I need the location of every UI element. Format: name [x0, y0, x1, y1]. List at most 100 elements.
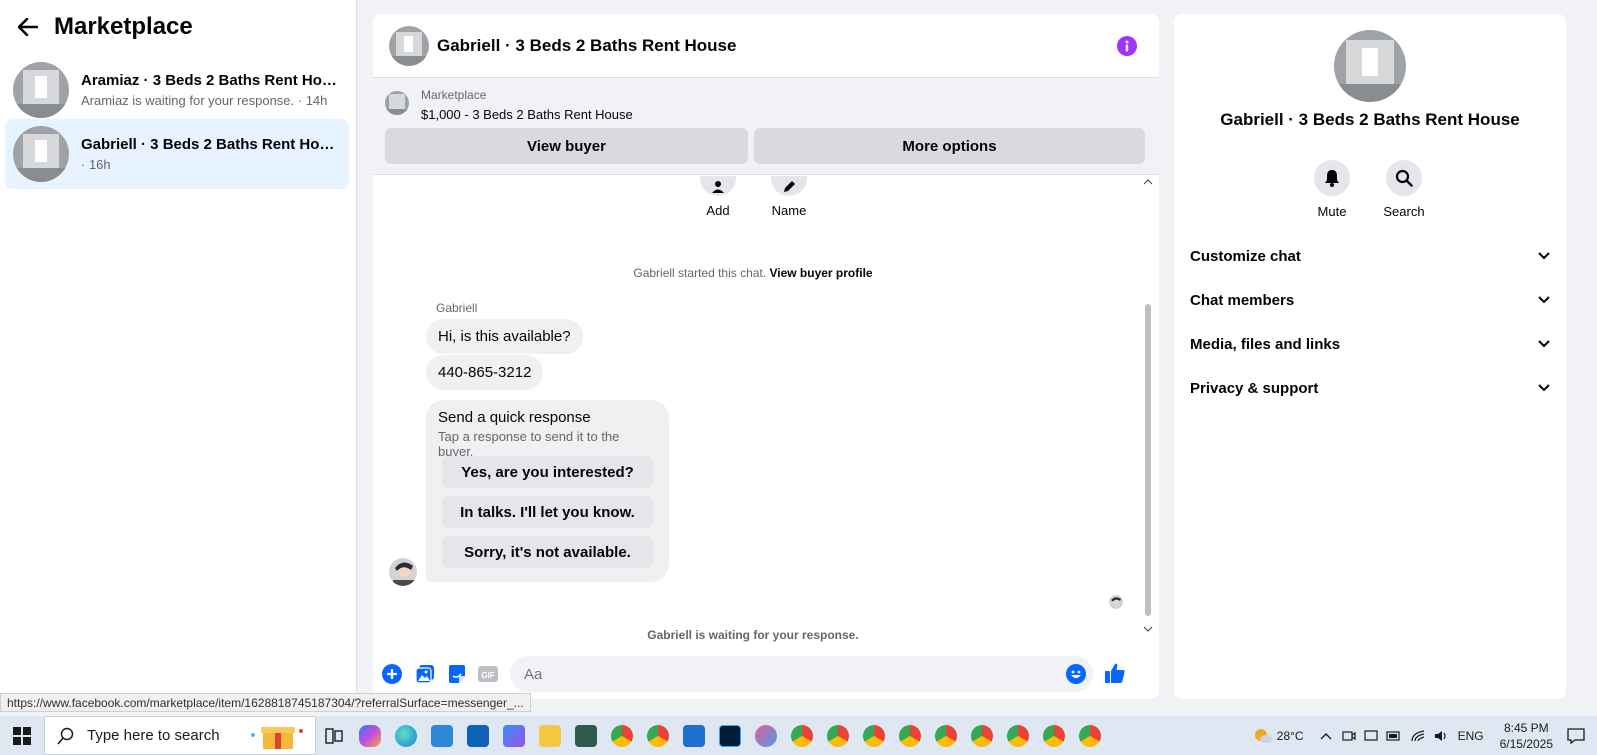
chat-info-panel: Gabriell · 3 Beds 2 Baths Rent House Mut…	[1174, 14, 1566, 699]
taskbar-search-placeholder: Type here to search	[87, 727, 220, 744]
message-composer: GIF	[373, 648, 1159, 699]
scroll-thumb[interactable]	[1145, 304, 1151, 616]
paint-icon[interactable]	[748, 716, 784, 755]
view-buyer-button[interactable]: View buyer	[385, 128, 748, 164]
task-view-icon[interactable]	[316, 716, 352, 755]
view-buyer-profile-link[interactable]: View buyer profile	[769, 266, 872, 280]
add-person-icon	[700, 176, 736, 196]
section-label: Chat members	[1190, 291, 1295, 309]
notepad-icon[interactable]	[676, 716, 712, 755]
store-icon[interactable]	[424, 716, 460, 755]
photo-icon[interactable]	[414, 663, 436, 685]
listing-price[interactable]: $1,000 - 3 Beds 2 Baths Rent House	[421, 107, 633, 122]
chrome-icon[interactable]	[964, 716, 1000, 755]
add-action[interactable]: Add	[693, 176, 743, 218]
windows-taskbar: Type here to search 28°C ENG 8:45 PM 6/1…	[0, 716, 1597, 755]
chrome-icon[interactable]	[856, 716, 892, 755]
media-files-links-section[interactable]: Media, files and links	[1190, 326, 1550, 362]
quick-response-not-available[interactable]: Sorry, it's not available.	[442, 536, 653, 568]
search-button[interactable]: Search	[1372, 160, 1436, 219]
meet-now-icon[interactable]	[1341, 729, 1356, 743]
edge-icon[interactable]	[388, 716, 424, 755]
add-label: Add	[706, 203, 730, 218]
chevron-up-icon[interactable]	[1320, 732, 1332, 740]
message-list: Add Name Gabriell started this chat. Vie…	[373, 176, 1159, 648]
conversation-item-aramiaz[interactable]: Aramiaz · 3 Beds 2 Baths Rent Hou... Ara…	[5, 55, 349, 125]
chat-info-avatar[interactable]	[1334, 30, 1406, 102]
clock-date: 6/15/2025	[1499, 736, 1553, 751]
section-label: Privacy & support	[1190, 379, 1319, 397]
listing-thumbnail[interactable]	[385, 91, 409, 115]
conversation-subtitle: Aramiaz is waiting for your response. · …	[81, 93, 328, 108]
chrome-icon[interactable]	[928, 716, 964, 755]
battery-icon[interactable]	[1385, 730, 1402, 741]
back-arrow-icon[interactable]	[16, 15, 40, 39]
chat-members-section[interactable]: Chat members	[1190, 282, 1550, 318]
mute-label: Mute	[1317, 204, 1347, 219]
conversation-item-gabriell[interactable]: Gabriell · 3 Beds 2 Baths Rent House · 1…	[5, 119, 349, 189]
listing-bar: Marketplace $1,000 - 3 Beds 2 Baths Rent…	[373, 78, 1159, 175]
thumbs-up-icon[interactable]	[1104, 662, 1126, 684]
chat-started-notice: Gabriell started this chat. View buyer p…	[373, 266, 1133, 280]
info-icon[interactable]	[1117, 36, 1137, 56]
more-options-button[interactable]: More options	[754, 128, 1145, 164]
language-indicator[interactable]: ENG	[1458, 729, 1484, 743]
chrome-icon[interactable]	[820, 716, 856, 755]
plus-icon[interactable]	[381, 663, 403, 685]
message-scrollbar[interactable]	[1143, 176, 1153, 636]
display-icon[interactable]	[1363, 729, 1378, 743]
message-input[interactable]	[510, 656, 1093, 692]
page-scrollbar[interactable]	[1580, 0, 1597, 716]
chrome-icon[interactable]	[784, 716, 820, 755]
quick-response-subtitle: Tap a response to send it to the buyer.	[438, 429, 620, 459]
conversation-sidebar: Marketplace Aramiaz · 3 Beds 2 Baths Ren…	[0, 0, 357, 700]
scroll-down-icon[interactable]	[1143, 626, 1153, 633]
taskbar-clock[interactable]: 8:45 PM 6/15/2025	[1500, 720, 1553, 752]
outlook-icon[interactable]	[460, 716, 496, 755]
name-action[interactable]: Name	[764, 176, 814, 218]
notification-icon[interactable]	[1567, 727, 1585, 744]
windows-start-icon[interactable]	[0, 716, 44, 755]
pencil-icon	[771, 176, 807, 196]
scroll-up-icon[interactable]	[1143, 178, 1153, 185]
privacy-support-section[interactable]: Privacy & support	[1190, 370, 1550, 406]
sidebar-header: Marketplace	[0, 0, 356, 54]
quick-response-in-talks[interactable]: In talks. I'll let you know.	[442, 496, 653, 528]
section-label: Media, files and links	[1190, 335, 1341, 353]
file-explorer-icon[interactable]	[532, 716, 568, 755]
chevron-down-icon	[1538, 340, 1550, 348]
weather-icon[interactable]	[1249, 716, 1277, 755]
status-url: https://www.facebook.com/marketplace/ite…	[0, 693, 531, 712]
wifi-icon[interactable]	[1410, 729, 1426, 743]
search-icon	[57, 727, 74, 745]
temperature[interactable]: 28°C	[1277, 729, 1304, 743]
chrome-icon[interactable]	[892, 716, 928, 755]
gif-icon[interactable]: GIF	[477, 663, 499, 685]
taskbar-search[interactable]: Type here to search	[44, 716, 316, 755]
quick-response-yes[interactable]: Yes, are you interested?	[442, 456, 653, 488]
chrome-icon[interactable]	[1000, 716, 1036, 755]
chat-title[interactable]: Gabriell · 3 Beds 2 Baths Rent House	[437, 36, 736, 56]
section-label: Customize chat	[1190, 247, 1301, 265]
volume-icon[interactable]	[1434, 729, 1448, 743]
terminal-app-icon[interactable]	[568, 716, 604, 755]
sticker-icon[interactable]	[446, 663, 468, 685]
copilot-icon[interactable]	[352, 716, 388, 755]
search-label: Search	[1383, 204, 1425, 219]
chrome-icon[interactable]	[1072, 716, 1108, 755]
photoshop-icon[interactable]	[712, 716, 748, 755]
chrome-icon[interactable]	[604, 716, 640, 755]
clock-time: 8:45 PM	[1503, 720, 1549, 735]
chrome-icon[interactable]	[640, 716, 676, 755]
customize-chat-section[interactable]: Customize chat	[1190, 238, 1550, 274]
emoji-icon[interactable]	[1065, 663, 1087, 685]
chat-avatar[interactable]	[389, 25, 429, 66]
quick-response-card: Send a quick response Tap a response to …	[426, 400, 669, 582]
chevron-down-icon	[1538, 384, 1550, 392]
chat-panel: Gabriell · 3 Beds 2 Baths Rent House Mar…	[373, 14, 1159, 699]
chrome-icon[interactable]	[1036, 716, 1072, 755]
sender-avatar[interactable]	[389, 558, 417, 586]
mute-button[interactable]: Mute	[1300, 160, 1364, 219]
conversation-title: Gabriell · 3 Beds 2 Baths Rent House	[81, 136, 337, 153]
m365-icon[interactable]	[496, 716, 532, 755]
